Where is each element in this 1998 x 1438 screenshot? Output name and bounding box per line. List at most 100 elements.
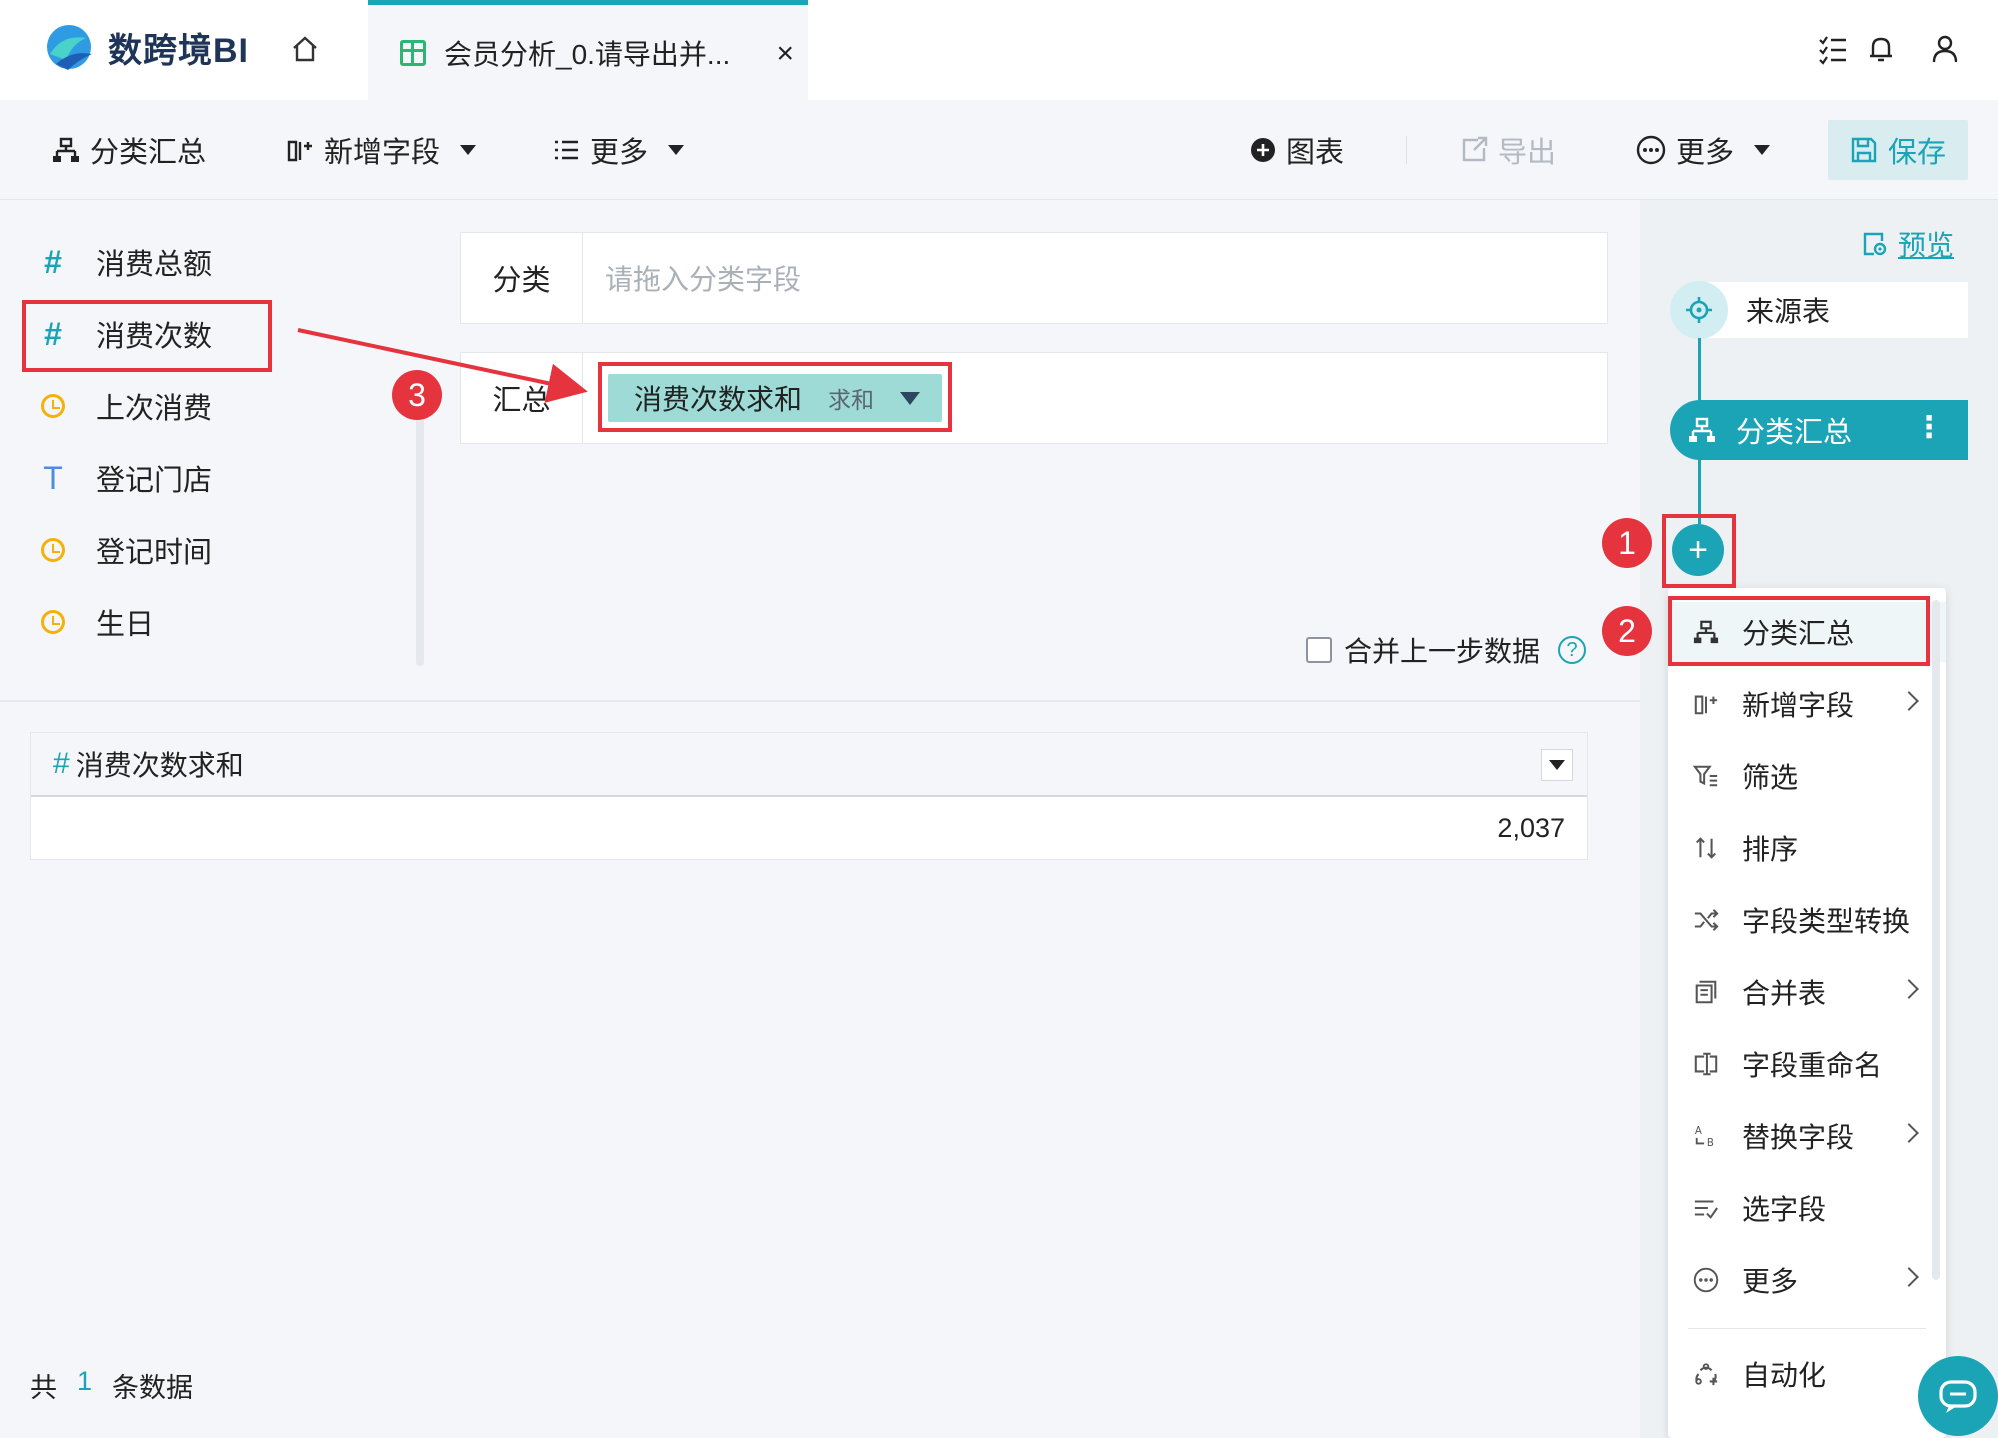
replace-icon: AB bbox=[1692, 1122, 1720, 1150]
save-label: 保存 bbox=[1887, 137, 1946, 169]
help-icon[interactable]: ? bbox=[1558, 636, 1587, 664]
menu-item-label: 更多 bbox=[1742, 1266, 1799, 1297]
menu-item-label: 选字段 bbox=[1742, 1194, 1827, 1225]
group-placeholder: 请拖入分类字段 bbox=[605, 264, 802, 295]
step-badge-1: 1 bbox=[1602, 518, 1652, 568]
highlight-add-box bbox=[1662, 514, 1736, 588]
svg-text:B: B bbox=[1707, 1138, 1714, 1149]
list-icon bbox=[555, 140, 578, 160]
table-header: # 消费次数求和 bbox=[31, 733, 1587, 797]
group-config-row: 分类 请拖入分类字段 bbox=[460, 232, 1608, 324]
flow-node-source[interactable]: 来源表 bbox=[1670, 281, 1968, 339]
field-item[interactable]: 生日 bbox=[38, 598, 154, 646]
bell-icon[interactable] bbox=[1864, 32, 1898, 66]
home-icon[interactable] bbox=[286, 30, 324, 68]
plus-circle-icon bbox=[1251, 138, 1275, 162]
column-menu-button[interactable] bbox=[1541, 749, 1573, 781]
menu-item-label: 字段类型转换 bbox=[1742, 906, 1911, 937]
automation-icon bbox=[1692, 1360, 1720, 1388]
shuffle-icon bbox=[1692, 906, 1720, 934]
add-step-menu: 分类汇总 新增字段 筛选 排序 字段类型转换 合并表 字段重命名 AB 替换字段… bbox=[1668, 588, 1946, 1438]
menu-item-add-field[interactable]: 新增字段 bbox=[1668, 674, 1946, 734]
export-label: 导出 bbox=[1498, 137, 1557, 169]
merge-previous-checkbox[interactable] bbox=[1306, 637, 1332, 663]
tab-member-analysis[interactable]: 会员分析_0.请导出并... × bbox=[368, 0, 808, 100]
field-label: 上次消费 bbox=[96, 393, 213, 425]
group-icon bbox=[1689, 417, 1715, 442]
row-count-prefix: 共 bbox=[30, 1373, 57, 1403]
source-node-label: 来源表 bbox=[1746, 296, 1831, 327]
task-list-icon[interactable] bbox=[1816, 32, 1850, 66]
target-icon bbox=[1670, 281, 1728, 339]
kebab-menu-icon[interactable]: ⋮ bbox=[1914, 410, 1944, 445]
group-label: 分类 bbox=[461, 233, 583, 323]
row-count: 共 1 条数据 bbox=[30, 1366, 193, 1405]
flow-connector bbox=[1698, 338, 1701, 400]
menu-item-label: 合并表 bbox=[1742, 978, 1827, 1009]
menu-item-label: 排序 bbox=[1742, 834, 1799, 865]
menu-item-more[interactable]: 更多 bbox=[1668, 1250, 1946, 1310]
sort-icon bbox=[1692, 834, 1720, 862]
step-badge-2: 2 bbox=[1602, 606, 1652, 656]
more-circle-icon bbox=[1636, 135, 1666, 165]
hash-icon: # bbox=[53, 747, 70, 780]
chevron-right-icon bbox=[1899, 1123, 1919, 1143]
more-menu-right[interactable]: 更多 bbox=[1636, 126, 1771, 174]
field-item[interactable]: T 登记门店 bbox=[38, 454, 212, 502]
top-bar: 数跨境BI 会员分析_0.请导出并... × bbox=[0, 0, 1998, 100]
group-summary-label: 分类汇总 bbox=[90, 137, 207, 169]
preview-label: 预览 bbox=[1898, 230, 1955, 261]
field-list-scrollbar[interactable] bbox=[416, 396, 424, 666]
menu-item-sort[interactable]: 排序 bbox=[1668, 818, 1946, 878]
merge-table-icon bbox=[1692, 978, 1720, 1006]
menu-item-replace-field[interactable]: AB 替换字段 bbox=[1668, 1106, 1946, 1166]
chat-support-button[interactable] bbox=[1918, 1356, 1998, 1436]
add-chart-button[interactable]: 图表 bbox=[1250, 126, 1344, 174]
more-left-label: 更多 bbox=[590, 137, 649, 169]
add-field-label: 新增字段 bbox=[324, 137, 441, 169]
logo-mark-icon bbox=[42, 20, 96, 74]
clock-icon bbox=[41, 394, 65, 418]
spreadsheet-icon bbox=[400, 39, 426, 66]
field-item[interactable]: 上次消费 bbox=[38, 382, 212, 430]
chat-icon bbox=[1939, 1380, 1977, 1413]
close-icon[interactable]: × bbox=[776, 37, 794, 71]
menu-item-rename-field[interactable]: 字段重命名 bbox=[1668, 1034, 1946, 1094]
menu-item-filter[interactable]: 筛选 bbox=[1668, 746, 1946, 806]
menu-item-label: 自动化 bbox=[1742, 1360, 1827, 1391]
flow-node-group-summary[interactable]: 分类汇总 ⋮ bbox=[1670, 400, 1968, 460]
group-drop-zone[interactable]: 请拖入分类字段 bbox=[583, 233, 1607, 323]
field-item[interactable]: # 消费总额 bbox=[38, 238, 212, 286]
export-button[interactable]: 导出 bbox=[1460, 126, 1556, 174]
add-field-button[interactable]: 新增字段 bbox=[286, 126, 477, 174]
filter-icon bbox=[1692, 762, 1720, 790]
data-table: # 消费次数求和 2,037 bbox=[30, 732, 1588, 860]
menu-item-select-field[interactable]: 选字段 bbox=[1668, 1178, 1946, 1238]
svg-text:A: A bbox=[1695, 1126, 1702, 1137]
chevron-right-icon bbox=[1899, 691, 1919, 711]
preview-icon bbox=[1863, 232, 1887, 256]
chevron-down-icon bbox=[460, 145, 477, 155]
more-menu-left[interactable]: 更多 bbox=[552, 126, 685, 174]
table-cell: 2,037 bbox=[1497, 812, 1565, 843]
column-header[interactable]: 消费次数求和 bbox=[76, 744, 244, 784]
user-icon[interactable] bbox=[1928, 32, 1962, 66]
field-item[interactable]: 登记时间 bbox=[38, 526, 212, 574]
toolbar: 分类汇总 新增字段 更多 图表 导出 更多 保存 bbox=[0, 100, 1998, 200]
menu-item-automation[interactable]: 自动化 bbox=[1668, 1344, 1946, 1404]
brand-logo[interactable]: 数跨境BI bbox=[42, 20, 249, 74]
merge-previous-label: 合并上一步数据 bbox=[1344, 636, 1541, 667]
menu-item-merge-table[interactable]: 合并表 bbox=[1668, 962, 1946, 1022]
active-node-label: 分类汇总 bbox=[1736, 417, 1853, 449]
brand-name: 数跨境BI bbox=[108, 31, 249, 70]
group-summary-button[interactable]: 分类汇总 bbox=[52, 126, 206, 174]
add-field-icon bbox=[287, 140, 312, 162]
select-field-icon bbox=[1692, 1194, 1720, 1222]
save-button[interactable]: 保存 bbox=[1828, 120, 1968, 180]
rename-icon bbox=[1692, 1050, 1720, 1078]
menu-scrollbar[interactable] bbox=[1932, 600, 1940, 1280]
chevron-down-icon bbox=[668, 145, 685, 155]
menu-item-type-convert[interactable]: 字段类型转换 bbox=[1668, 890, 1946, 950]
field-label: 登记门店 bbox=[96, 465, 213, 497]
preview-link[interactable]: 预览 bbox=[1862, 224, 1954, 264]
